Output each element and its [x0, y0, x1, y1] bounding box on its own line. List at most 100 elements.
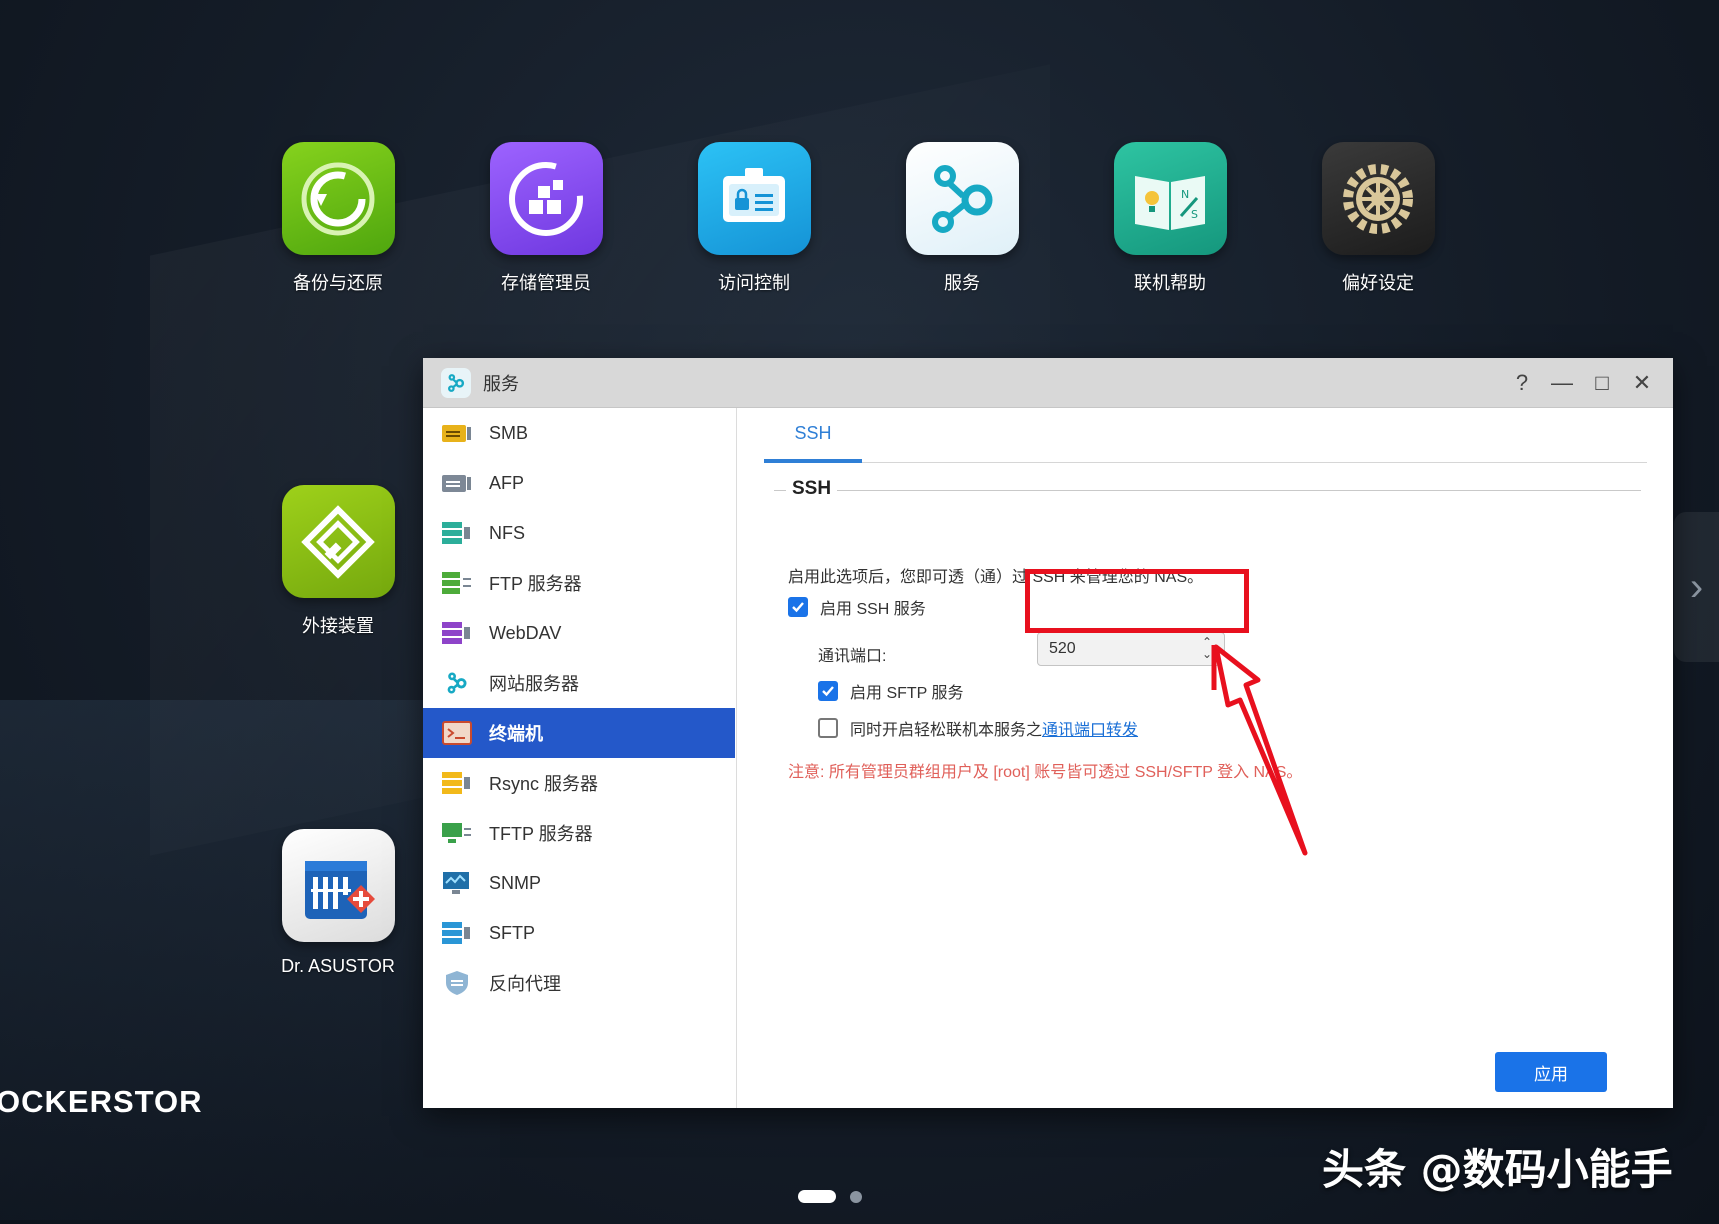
sidebar-item-afp[interactable]: AFP [423, 458, 736, 508]
svg-text:S: S [1191, 208, 1198, 221]
window-titlebar[interactable]: 服务 ? — □ ✕ [423, 358, 1673, 408]
checkmark-icon [822, 686, 834, 697]
desktop-icon-services[interactable]: 服务 [877, 142, 1047, 295]
sidebar-item-webdav[interactable]: WebDAV [423, 608, 736, 658]
ssh-section: SSH [774, 478, 1641, 500]
port-label: 通讯端口: [818, 648, 887, 665]
apply-button[interactable]: 应用 [1495, 1052, 1607, 1092]
sidebar-item-smb[interactable]: SMB [423, 408, 736, 458]
nfs-icon [441, 519, 473, 547]
brand-logo-text: OCKERSTOR [0, 1084, 203, 1119]
close-button[interactable]: ✕ [1631, 369, 1653, 395]
chevron-down-icon[interactable]: ⌄ [1202, 648, 1212, 660]
page-dot[interactable] [849, 1190, 862, 1203]
ftp-server-icon [441, 569, 473, 597]
sidebar-item-web-server[interactable]: 网站服务器 [423, 658, 736, 708]
spinner-arrows[interactable]: ⌃ ⌄ [1202, 636, 1212, 660]
snmp-icon [441, 869, 473, 897]
desktop-icon-label: 服务 [944, 273, 980, 293]
desktop-icon-backup-restore[interactable]: 备份与还原 [253, 142, 423, 295]
enable-sftp-checkbox[interactable] [818, 681, 838, 701]
help-button[interactable]: ? [1511, 369, 1533, 395]
services-icon [905, 142, 1019, 255]
help-icon: ? [1515, 369, 1529, 395]
sidebar-item-tftp-server[interactable]: TFTP 服务器 [423, 808, 736, 858]
sidebar-item-label: Rsync 服务器 [489, 774, 599, 794]
minimize-button[interactable]: — [1551, 369, 1573, 395]
enable-sftp-label: 启用 SFTP 服务 [850, 685, 964, 702]
sidebar-item-snmp[interactable]: SNMP [423, 858, 736, 908]
desktop-icon-dr-asustor[interactable]: Dr. ASUSTOR [253, 829, 423, 977]
port-forwarding-link[interactable]: 通讯端口转发 [1042, 716, 1138, 740]
sidebar-item-label: 终端机 [489, 724, 543, 744]
desktop-icon-access-control[interactable]: 访问控制 [669, 142, 839, 295]
maximize-button[interactable]: □ [1591, 369, 1613, 395]
port-forwarding-row: 同时开启轻松联机本服务之 通讯端口转发 [818, 716, 1138, 740]
port-stepper[interactable]: 520 ⌃ ⌄ [1037, 632, 1225, 666]
section-legend: SSH [786, 478, 838, 500]
tab-ssh[interactable]: SSH [764, 408, 862, 463]
storage-manager-icon [489, 142, 603, 255]
tftp-server-icon [441, 819, 473, 847]
desktop-icon-online-help[interactable]: NS 联机帮助 [1085, 142, 1255, 295]
minimize-icon: — [1551, 369, 1573, 395]
reverse-proxy-icon [441, 969, 473, 997]
next-page-handle[interactable]: › [1674, 512, 1719, 662]
webdav-icon [441, 619, 473, 647]
desktop-icon-preferences[interactable]: 偏好设定 [1293, 142, 1463, 295]
services-icon [441, 367, 471, 398]
port-forwarding-checkbox[interactable] [818, 718, 838, 738]
port-forwarding-label: 同时开启轻松联机本服务之 [850, 722, 1043, 739]
sidebar-item-label: FTP 服务器 [489, 574, 582, 594]
sidebar-item-reverse-proxy[interactable]: 反向代理 [423, 958, 736, 1008]
external-devices-icon [281, 485, 395, 598]
smb-icon [441, 419, 473, 447]
desktop-icon-label: Dr. ASUSTOR [281, 956, 395, 976]
desktop-icon-label: 偏好设定 [1342, 273, 1414, 293]
sidebar-item-label: SFTP [489, 922, 536, 943]
desktop-icon-external-devices[interactable]: 外接装置 [253, 485, 423, 638]
online-help-icon: NS [1113, 142, 1227, 255]
sidebar-item-rsync-server[interactable]: Rsync 服务器 [423, 758, 736, 808]
enable-ssh-row: 启用 SSH 服务 [788, 595, 926, 619]
desktop-icon-storage-manager[interactable]: 存储管理员 [461, 142, 631, 295]
enable-ssh-checkbox[interactable] [788, 597, 808, 617]
sftp-icon [441, 919, 473, 947]
sidebar-item-label: 网站服务器 [489, 674, 579, 694]
services-window: 服务 ? — □ ✕ SMB AFP NFS FTP 服务器 WebDAV 网站… [423, 358, 1673, 1108]
access-control-icon [697, 142, 811, 255]
web-server-icon [441, 669, 473, 697]
window-title: 服务 [483, 373, 519, 394]
terminal-icon [441, 719, 473, 747]
sidebar-item-label: TFTP 服务器 [489, 824, 593, 844]
enable-ssh-label: 启用 SSH 服务 [820, 601, 926, 618]
sidebar-item-label: SNMP [489, 872, 542, 893]
watermark: 头条 @数码小能手 [1322, 1145, 1673, 1194]
sidebar-item-label: SMB [489, 422, 529, 443]
section-divider [774, 490, 1641, 491]
afp-icon [441, 469, 473, 497]
sidebar-item-terminal[interactable]: 终端机 [423, 708, 735, 758]
rsync-server-icon [441, 769, 473, 797]
page-dot-active[interactable] [797, 1190, 836, 1203]
desktop-icon-label: 外接装置 [302, 616, 374, 636]
port-value: 520 [1049, 640, 1076, 657]
svg-text:N: N [1181, 188, 1189, 201]
sidebar-item-ftp-server[interactable]: FTP 服务器 [423, 558, 736, 608]
sidebar-item-sftp[interactable]: SFTP [423, 908, 736, 958]
chevron-right-icon: › [1689, 564, 1704, 609]
backup-restore-icon [281, 142, 395, 255]
sidebar-item-label: NFS [489, 522, 525, 543]
desktop-icon-label: 备份与还原 [293, 273, 383, 293]
sidebar-item-label: WebDAV [489, 622, 562, 643]
sidebar-item-nfs[interactable]: NFS [423, 508, 736, 558]
maximize-icon: □ [1595, 369, 1609, 395]
checkmark-icon [792, 602, 804, 613]
desktop-icon-label: 存储管理员 [501, 273, 591, 293]
sidebar-item-label: 反向代理 [489, 974, 561, 994]
warning-note: 注意: 所有管理员群组用户及 [root] 账号皆可透过 SSH/SFTP 登入… [788, 764, 1303, 781]
close-icon: ✕ [1632, 369, 1652, 395]
ssh-settings-panel: SSH SSH 启用此选项后，您即可透（通）过 SSH 来管理您的 NAS。 启… [738, 408, 1673, 1108]
dr-asustor-icon [281, 829, 395, 942]
preferences-icon [1321, 142, 1435, 255]
